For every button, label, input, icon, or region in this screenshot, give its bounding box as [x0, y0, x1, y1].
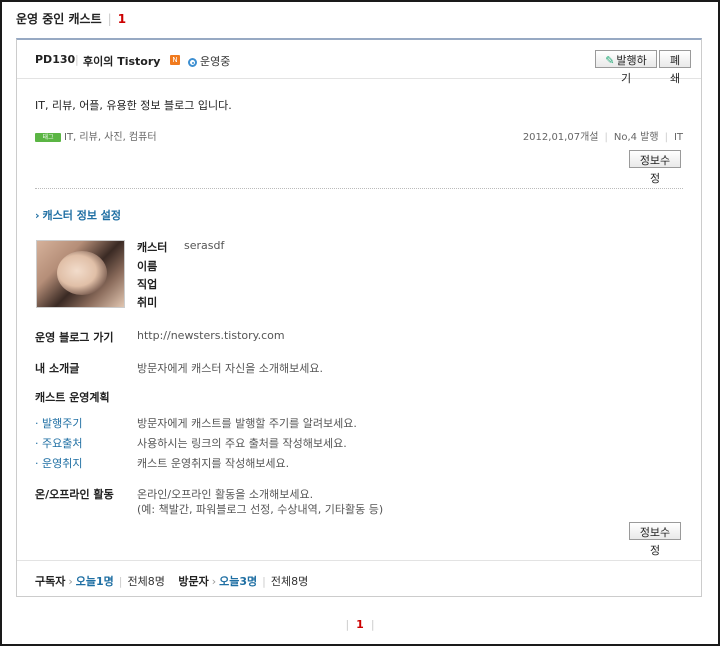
cast-count: 1 — [117, 12, 127, 26]
publish-button[interactable]: ✎ 발행하기 — [595, 50, 657, 85]
caster-label: 캐스터 — [137, 241, 168, 254]
main-source-value: 사용하시는 링크의 주요 출처를 작성해보세요. — [137, 437, 347, 450]
intro-label: 내 소개글 — [35, 362, 80, 375]
page-title-text: 운영 중인 캐스트 — [16, 12, 102, 26]
blog-url-link[interactable]: http://newsters.tistory.com — [137, 329, 285, 342]
edit-caster-button[interactable]: 정보수정 — [629, 522, 681, 557]
status-text: 운영중 — [200, 55, 231, 68]
activity-line2: (예: 책발간, 파워블로그 선정, 수상내역, 기타활동 등) — [137, 503, 384, 516]
title-separator: | — [107, 12, 112, 26]
caster-id: serasdf — [184, 239, 225, 252]
main-source-label: · 주요출처 — [35, 437, 83, 450]
page-title: 운영 중인 캐스트 | 1 — [16, 10, 126, 27]
meta-separator: | — [604, 132, 608, 143]
arrow-right-icon: › — [68, 575, 73, 588]
purpose-label: · 운영취지 — [35, 457, 83, 470]
job-label: 직업 — [137, 278, 158, 291]
divider — [35, 188, 683, 189]
intro-value: 방문자에게 캐스터 자신을 소개해보세요. — [137, 362, 324, 375]
caster-section-heading[interactable]: › 캐스터 정보 설정 — [35, 207, 121, 223]
subscriber-total: 전체8명 — [127, 575, 165, 588]
stats-separator: | — [118, 575, 123, 588]
activity-label: 온/오프라인 활동 — [35, 488, 114, 501]
name-label: 이름 — [137, 260, 158, 273]
issue-count: No,4 발행 — [613, 132, 659, 143]
status-dot-icon — [188, 58, 197, 67]
cast-category: IT — [673, 132, 683, 143]
new-badge-icon: N — [170, 55, 180, 65]
activity-line1: 온라인/오프라인 활동을 소개해보세요. — [137, 488, 314, 501]
pager-separator: | — [370, 618, 375, 631]
edit-info-button[interactable]: 정보수정 — [629, 150, 681, 185]
pencil-icon: ✎ — [605, 54, 615, 67]
hobby-label: 취미 — [137, 296, 158, 309]
stats-separator: | — [262, 575, 266, 588]
status-badge: 운영중 — [188, 53, 230, 69]
tag-list: IT, 리뷰, 사진, 컴퓨터 — [64, 132, 157, 143]
meta-separator: | — [664, 132, 668, 143]
caster-avatar — [36, 240, 125, 308]
publish-label: 발행하기 — [616, 54, 647, 85]
opened-date: 2012,01,07개설 — [522, 132, 599, 143]
plan-label: 캐스트 운영계획 — [35, 391, 110, 404]
tag-label-icon: 태그 — [35, 133, 61, 142]
publish-cycle-value: 방문자에게 캐스트를 발행할 주기를 알려보세요. — [137, 417, 357, 430]
close-cast-button[interactable]: 폐쇄 — [659, 50, 691, 85]
header-separator: | — [75, 53, 79, 66]
visitor-total: 전체8명 — [270, 575, 309, 588]
chevron-right-icon: › — [35, 209, 40, 222]
subscriber-label: 구독자 — [35, 575, 66, 588]
cast-header: PD130 | 후이의 Tistory N 운영중 ✎ 발행하기 폐쇄 — [17, 40, 701, 85]
cast-code: PD130 — [35, 53, 76, 66]
cast-meta: 2012,01,07개설 | No,4 발행 | IT — [523, 128, 683, 143]
cast-panel: PD130 | 후이의 Tistory N 운영중 ✎ 발행하기 폐쇄 IT, 리… — [16, 38, 702, 597]
visitor-label: 방문자 — [178, 575, 209, 588]
publish-cycle-label: · 발행주기 — [35, 417, 83, 430]
section-title: 캐스터 정보 설정 — [42, 209, 122, 222]
page-number-current[interactable]: 1 — [356, 618, 364, 631]
stats-footer: 구독자 › 오늘1명 | 전체8명 방문자 › 오늘3명 | 전체8명 — [17, 560, 701, 597]
visitor-today: 오늘3명 — [219, 575, 258, 588]
pagination: | 1 | — [0, 618, 720, 631]
avatar-face — [57, 251, 107, 295]
pager-separator: | — [345, 618, 350, 631]
cast-description: IT, 리뷰, 어플, 유용한 정보 블로그 입니다. — [35, 99, 232, 112]
tag-row: 태그 IT, 리뷰, 사진, 컴퓨터 — [35, 128, 157, 143]
blog-link-label: 운영 블로그 가기 — [35, 331, 114, 344]
stats-line: 구독자 › 오늘1명 | 전체8명 방문자 › 오늘3명 | 전체8명 — [35, 573, 308, 589]
arrow-right-icon: › — [211, 575, 217, 588]
purpose-value: 캐스트 운영취지를 작성해보세요. — [137, 457, 290, 470]
blog-name-link[interactable]: 후이의 Tistory — [83, 53, 160, 69]
subscriber-today: 오늘1명 — [75, 575, 114, 588]
